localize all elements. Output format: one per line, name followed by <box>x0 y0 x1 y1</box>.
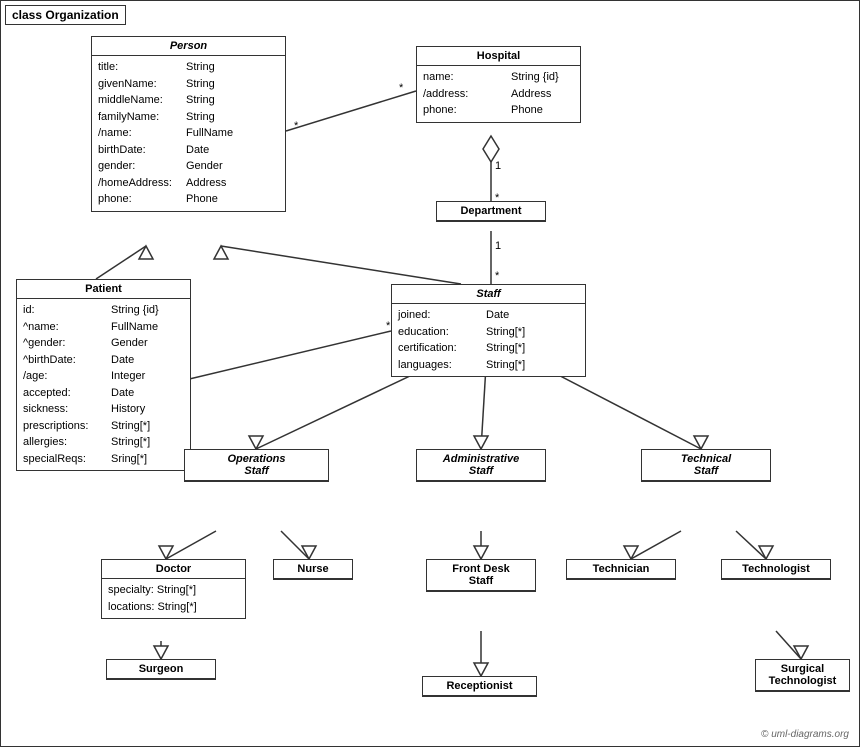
svg-text:*: * <box>399 82 404 94</box>
svg-text:1: 1 <box>495 160 501 172</box>
administrative-staff-title: AdministrativeStaff <box>417 450 545 481</box>
surgeon-title: Surgeon <box>107 660 215 679</box>
technician-class: Technician <box>566 559 676 580</box>
person-attrs: title:String givenName:String middleName… <box>92 56 285 211</box>
diagram-title: class Organization <box>5 5 126 25</box>
patient-class: Patient id:String {id} ^name:FullName ^g… <box>16 279 191 471</box>
copyright: © uml-diagrams.org <box>761 729 849 740</box>
operations-staff-title: OperationsStaff <box>185 450 328 481</box>
svg-text:*: * <box>495 270 500 282</box>
patient-attrs: id:String {id} ^name:FullName ^gender:Ge… <box>17 299 190 470</box>
hospital-class: Hospital name:String {id} /address:Addre… <box>416 46 581 123</box>
surgeon-class: Surgeon <box>106 659 216 680</box>
person-title: Person <box>92 37 285 56</box>
front-desk-staff-class: Front DeskStaff <box>426 559 536 592</box>
hospital-title: Hospital <box>417 47 580 66</box>
front-desk-staff-title: Front DeskStaff <box>427 560 535 591</box>
receptionist-title: Receptionist <box>423 677 536 696</box>
patient-title: Patient <box>17 280 190 299</box>
nurse-title: Nurse <box>274 560 352 579</box>
staff-attrs: joined:Date education:String[*] certific… <box>392 304 585 376</box>
hospital-attrs: name:String {id} /address:Address phone:… <box>417 66 580 122</box>
doctor-attrs: specialty: String[*] locations: String[*… <box>102 579 245 618</box>
department-title: Department <box>437 202 545 221</box>
technologist-title: Technologist <box>722 560 830 579</box>
doctor-class: Doctor specialty: String[*] locations: S… <box>101 559 246 619</box>
nurse-class: Nurse <box>273 559 353 580</box>
person-class: Person title:String givenName:String mid… <box>91 36 286 212</box>
technical-staff-title: TechnicalStaff <box>642 450 770 481</box>
staff-title: Staff <box>392 285 585 304</box>
svg-text:*: * <box>294 120 299 132</box>
surgical-technologist-title: SurgicalTechnologist <box>756 660 849 691</box>
technician-title: Technician <box>567 560 675 579</box>
technologist-class: Technologist <box>721 559 831 580</box>
administrative-staff-class: AdministrativeStaff <box>416 449 546 482</box>
receptionist-class: Receptionist <box>422 676 537 697</box>
department-class: Department <box>436 201 546 222</box>
staff-class: Staff joined:Date education:String[*] ce… <box>391 284 586 377</box>
operations-staff-class: OperationsStaff <box>184 449 329 482</box>
uml-diagram: class Organization * * 1 * 1 * <box>0 0 860 747</box>
svg-text:1: 1 <box>495 240 501 252</box>
technical-staff-class: TechnicalStaff <box>641 449 771 482</box>
doctor-title: Doctor <box>102 560 245 579</box>
surgical-technologist-class: SurgicalTechnologist <box>755 659 850 692</box>
